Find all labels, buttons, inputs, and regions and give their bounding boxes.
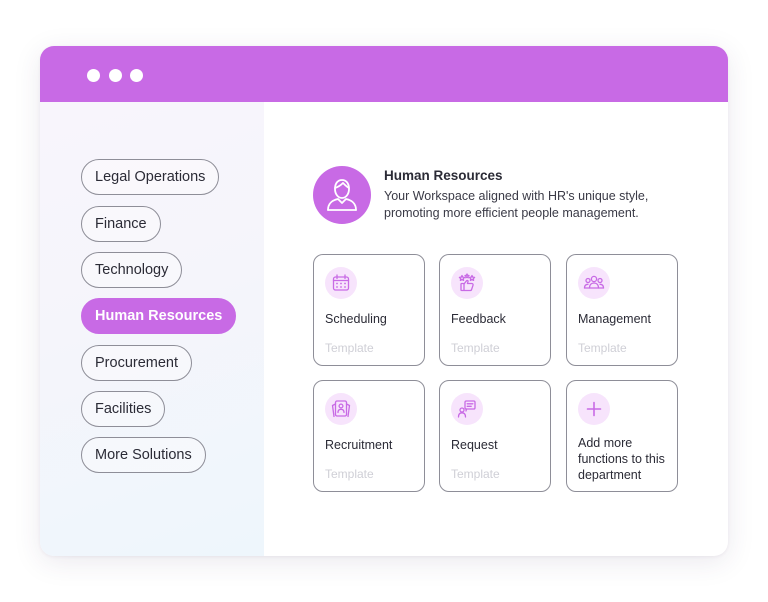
card-title: Request [451,438,498,452]
add-function-card[interactable]: Add more functions to this department [566,380,678,492]
template-card-request[interactable]: Request Template [439,380,551,492]
template-card-feedback[interactable]: Feedback Template [439,254,551,366]
plus-icon [578,393,610,425]
card-title: Recruitment [325,438,393,452]
sidebar-item-facilities[interactable]: Facilities [81,391,166,427]
team-icon [578,267,610,299]
thumbs-up-stars-icon [451,267,483,299]
sidebar-item-human-resources[interactable]: Human Resources [81,298,237,334]
card-subtitle: Template [578,341,627,355]
sidebar-item-procurement[interactable]: Procurement [81,345,193,381]
add-function-label: Add more functions to this department [578,436,665,482]
sidebar: Legal Operations Finance Technology Huma… [40,102,264,556]
template-card-scheduling[interactable]: Scheduling Template [313,254,425,366]
card-title: Feedback [451,312,506,326]
card-subtitle: Template [451,467,500,481]
template-card-management[interactable]: Management Template [566,254,678,366]
calendar-icon [325,267,357,299]
card-subtitle: Template [451,341,500,355]
department-description: Your Workspace aligned with HR's unique … [384,189,649,220]
sidebar-item-technology[interactable]: Technology [81,252,183,288]
department-title: Human Resources [384,168,503,183]
sidebar-item-finance[interactable]: Finance [81,206,161,242]
window-dot-2[interactable] [109,69,122,82]
sidebar-item-more-solutions[interactable]: More Solutions [81,437,206,473]
card-subtitle: Template [325,341,374,355]
window-dot-1[interactable] [87,69,100,82]
chat-request-icon [451,393,483,425]
app-window: Legal Operations Finance Technology Huma… [40,46,728,556]
template-card-recruitment[interactable]: Recruitment Template [313,380,425,492]
window-dot-3[interactable] [130,69,143,82]
title-bar [40,46,728,102]
id-badge-icon [325,393,357,425]
card-title: Scheduling [325,312,387,326]
sidebar-item-legal-operations[interactable]: Legal Operations [81,159,220,195]
person-avatar-icon [313,166,371,224]
card-subtitle: Template [325,467,374,481]
card-title: Management [578,312,651,326]
